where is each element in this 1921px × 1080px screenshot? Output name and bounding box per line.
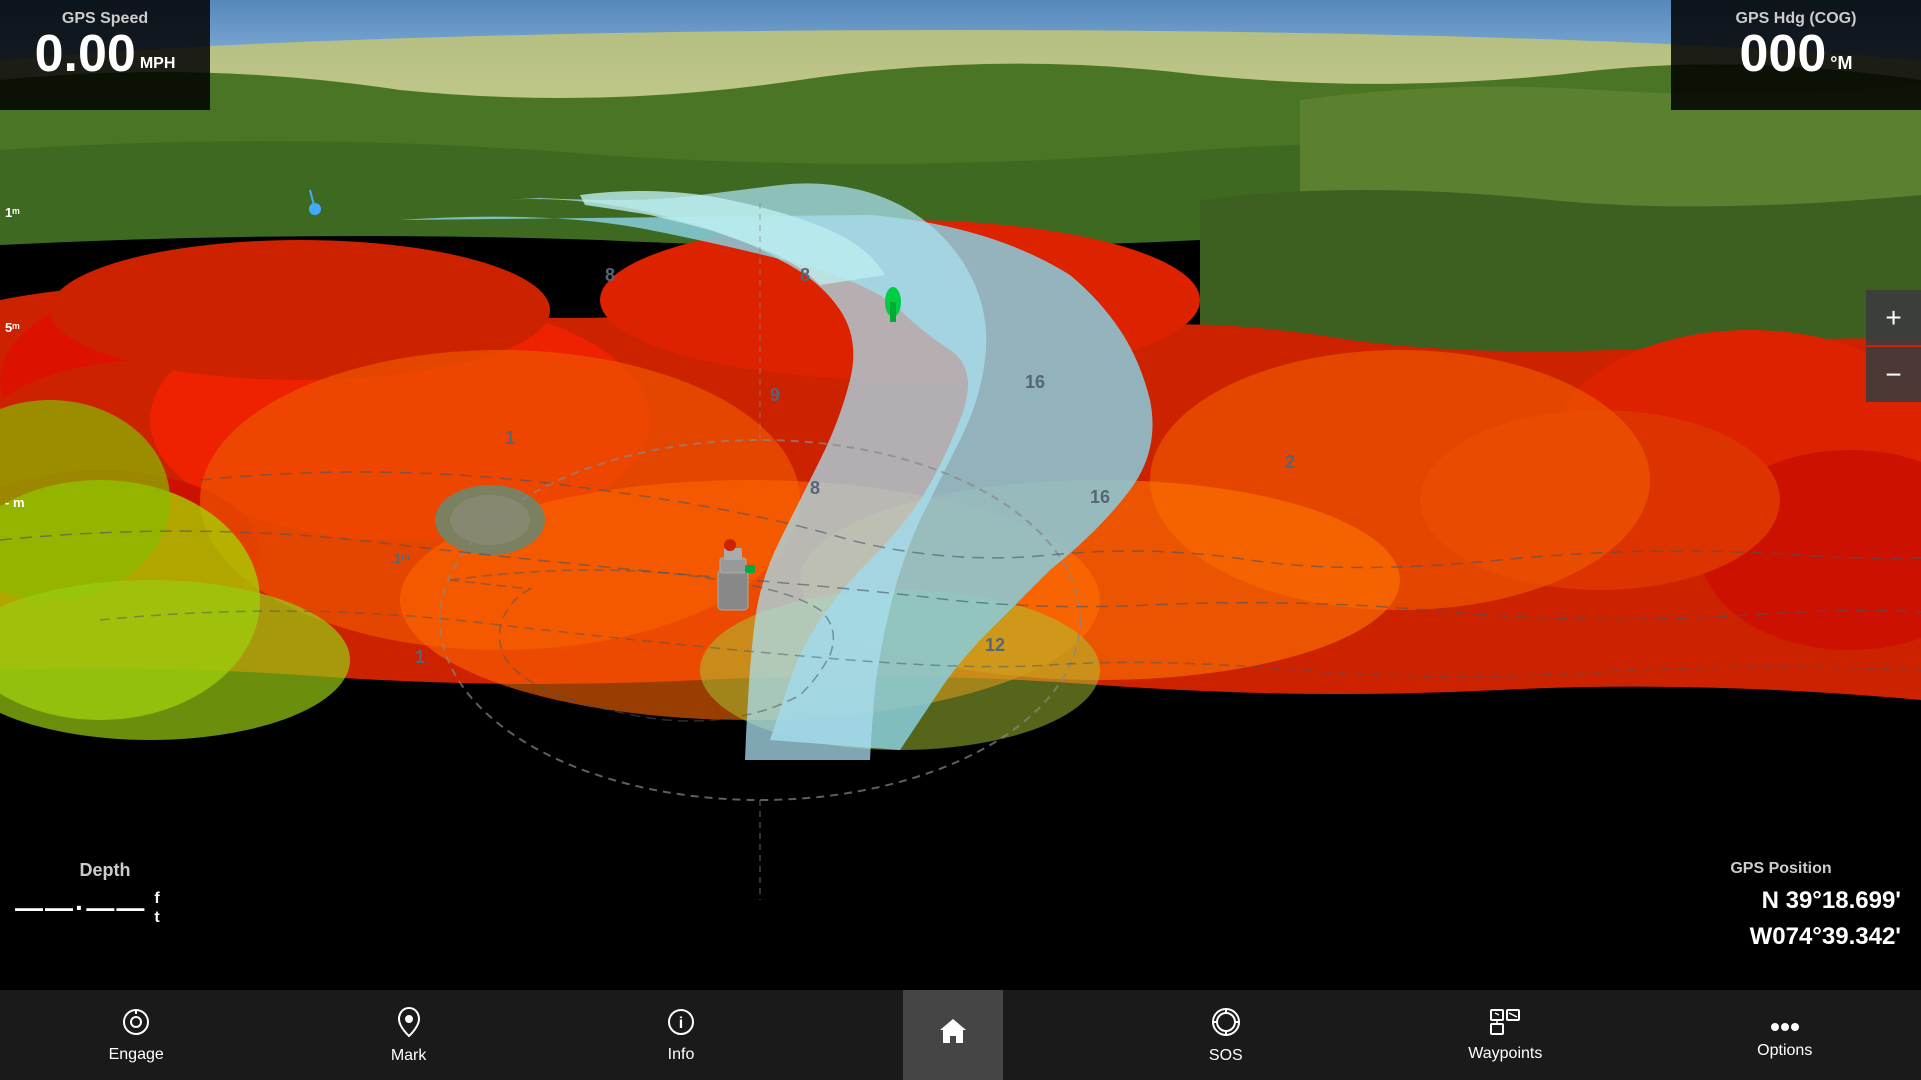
home-icon — [937, 1016, 969, 1051]
info-label: Info — [668, 1046, 695, 1064]
options-label: Options — [1757, 1042, 1812, 1060]
gps-position-panel: GPS Position N 39°18.699' W074°39.342' — [1641, 850, 1921, 990]
zoom-controls: + − — [1866, 290, 1921, 404]
depth-unit-top: f — [154, 889, 159, 908]
gps-speed-value: 0.00 — [35, 28, 136, 80]
nav-bar: Engage Mark i Info — [0, 990, 1921, 1080]
zoom-in-button[interactable]: + — [1866, 290, 1921, 345]
gps-hdg-panel: GPS Hdg (COG) 000 °M — [1671, 0, 1921, 110]
scale-indicator-5m: 5ᵐ — [5, 320, 20, 335]
nav-home[interactable] — [903, 990, 1003, 1080]
gps-hdg-value: 000 — [1740, 28, 1827, 80]
gps-position-label: GPS Position — [1661, 860, 1901, 878]
map-container[interactable]: 9 16 8 16 12 1 1 2 8 8 .1ᵐ 1ᵐ 5ᵐ - m — [0, 0, 1921, 990]
svg-text:i: i — [679, 1015, 683, 1032]
sos-icon — [1210, 1006, 1242, 1043]
engage-label: Engage — [109, 1046, 164, 1064]
gps-longitude: W074°39.342' — [1661, 919, 1901, 955]
depth-label-2: 2 — [1285, 452, 1295, 473]
waypoints-label: Waypoints — [1468, 1045, 1542, 1063]
depth-label: Depth — [15, 860, 195, 881]
depth-label-16a: 16 — [1025, 372, 1045, 393]
nautical-chart[interactable] — [0, 0, 1921, 990]
sos-label: SOS — [1209, 1047, 1243, 1065]
waypoints-icon — [1489, 1008, 1521, 1041]
zoom-out-button[interactable]: − — [1866, 347, 1921, 402]
depth-label-1a: 1 — [505, 428, 515, 449]
nav-engage[interactable]: Engage — [86, 990, 186, 1080]
gps-latitude: N 39°18.699' — [1661, 883, 1901, 919]
scale-indicator-1m: 1ᵐ — [5, 205, 20, 220]
gps-hdg-unit: °M — [1830, 54, 1852, 72]
depth-label-01m: .1ᵐ — [390, 550, 410, 566]
mark-icon — [395, 1006, 423, 1043]
nav-mark[interactable]: Mark — [359, 990, 459, 1080]
info-icon: i — [666, 1007, 696, 1042]
depth-label-1b: 1 — [415, 647, 425, 668]
depth-label-8b: 8 — [800, 265, 810, 286]
engage-icon — [121, 1007, 151, 1042]
nav-info[interactable]: i Info — [631, 990, 731, 1080]
mark-label: Mark — [391, 1047, 427, 1065]
scale-indicator-m: - m — [5, 495, 25, 510]
depth-label-9: 9 — [770, 385, 780, 406]
nav-sos[interactable]: SOS — [1176, 990, 1276, 1080]
depth-value: ——·—— — [15, 892, 146, 924]
gps-speed-unit: MPH — [140, 56, 176, 72]
depth-panel: Depth ——·—— f t — [0, 850, 210, 990]
nav-waypoints[interactable]: Waypoints — [1448, 990, 1562, 1080]
depth-label-12: 12 — [985, 635, 1005, 656]
gps-speed-panel: GPS Speed 0.00 MPH — [0, 0, 210, 110]
nav-options[interactable]: Options — [1735, 990, 1835, 1080]
depth-unit-bottom: t — [154, 908, 159, 927]
depth-label-8a: 8 — [810, 478, 820, 499]
options-icon — [1769, 1010, 1801, 1038]
depth-label-16b: 16 — [1090, 487, 1110, 508]
depth-label-8c: 8 — [605, 265, 615, 286]
